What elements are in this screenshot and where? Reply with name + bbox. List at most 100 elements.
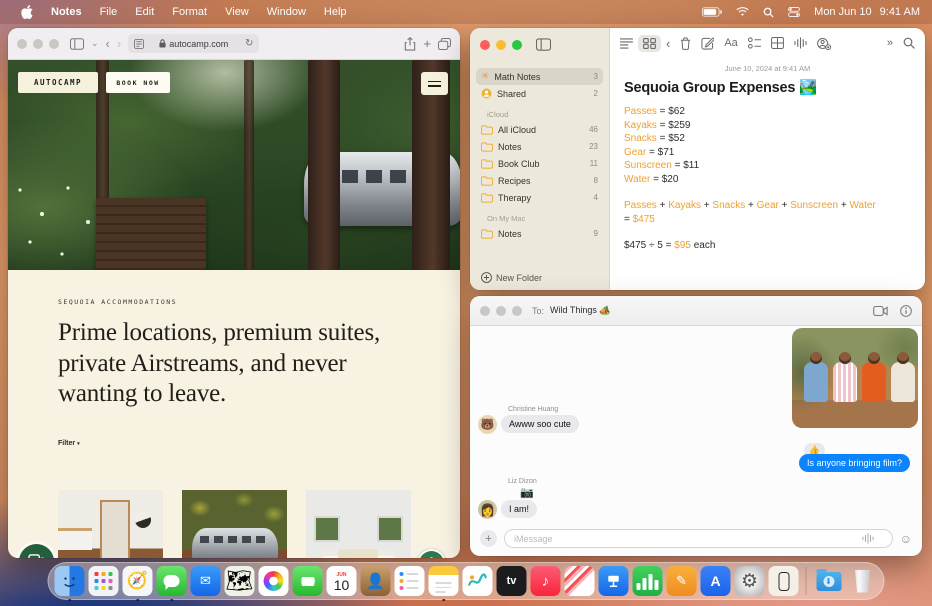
dock-icon-iphone-mirroring[interactable] [769, 566, 799, 596]
sidebar-toggle-icon[interactable] [536, 38, 551, 51]
compose-icon[interactable] [701, 37, 714, 50]
close-button[interactable] [480, 40, 490, 50]
sidebar-item-therapy[interactable]: Therapy 4 [476, 189, 603, 206]
dock-icon-calendar[interactable]: JUN10 [327, 566, 357, 596]
dock-icon-contacts[interactable]: 👤 [361, 566, 391, 596]
menu-help[interactable]: Help [315, 6, 356, 18]
dock-icon-trash[interactable] [848, 566, 878, 596]
sidebar-item-recipes[interactable]: Recipes 8 [476, 172, 603, 189]
autocamp-logo[interactable]: AUTOCAMP [18, 72, 98, 93]
menu-format[interactable]: Format [163, 6, 216, 18]
avatar-christine[interactable]: 🐻 [478, 415, 497, 434]
audio-waveform-icon[interactable] [794, 37, 807, 49]
menu-file[interactable]: File [91, 6, 127, 18]
sidebar-item-notes-icloud[interactable]: Notes 23 [476, 138, 603, 155]
thumbnail-interior-kitchen[interactable] [58, 490, 163, 558]
avatar-liz[interactable]: 👩 [478, 500, 497, 519]
dock-icon-numbers[interactable] [633, 566, 663, 596]
book-now-button[interactable]: BOOK NOW [106, 72, 170, 93]
facetime-video-icon[interactable] [873, 306, 888, 316]
menu-notes[interactable]: Notes [42, 6, 91, 18]
wifi-icon[interactable] [736, 7, 749, 17]
dock-icon-news[interactable] [565, 566, 595, 596]
recipient-name[interactable]: Wild Things 🏕️ [550, 305, 611, 316]
zoom-button[interactable] [512, 306, 522, 316]
dock-icon-freeform[interactable] [463, 566, 493, 596]
dock-icon-notes[interactable] [429, 566, 459, 596]
incoming-message-bubble[interactable]: I am! [501, 500, 537, 518]
dock-icon-facetime[interactable] [293, 566, 323, 596]
trash-icon[interactable] [680, 37, 691, 50]
hamburger-menu-icon[interactable] [421, 72, 448, 95]
filter-control[interactable]: Filter ▾ [58, 440, 460, 447]
dock-icon-reminders[interactable] [395, 566, 425, 596]
zoom-button[interactable] [512, 40, 522, 50]
shared-photo-attachment[interactable] [792, 328, 918, 428]
chat-widget-button[interactable] [19, 544, 54, 558]
dock-icon-messages[interactable] [157, 566, 187, 596]
accessibility-widget-button[interactable] [417, 549, 446, 558]
menu-edit[interactable]: Edit [126, 6, 163, 18]
close-button[interactable] [480, 306, 490, 316]
new-folder-button[interactable]: New Folder [481, 272, 542, 283]
attach-plus-button[interactable]: + [480, 530, 497, 547]
back-icon[interactable]: ‹ [666, 36, 670, 51]
checklist-icon[interactable] [748, 37, 761, 49]
dock-icon-system-settings[interactable]: ⚙ [735, 566, 765, 596]
list-view-icon[interactable] [620, 38, 633, 49]
forward-icon[interactable]: › [117, 36, 121, 51]
menubar-date[interactable]: Mon Jun 10 [814, 6, 871, 18]
thumbnail-airstream-exterior[interactable] [182, 490, 287, 558]
table-icon[interactable] [771, 37, 784, 49]
more-toolbar-icon[interactable]: » [887, 37, 893, 49]
outgoing-message-bubble[interactable]: Is anyone bringing film? [799, 454, 910, 472]
camera-attachment[interactable]: 📷 [520, 486, 534, 499]
share-icon[interactable] [404, 37, 416, 51]
spotlight-search-icon[interactable] [763, 7, 774, 18]
chevron-down-icon[interactable]: ⌄ [91, 38, 99, 49]
menubar-time[interactable]: 9:41 AM [880, 6, 920, 18]
incoming-message-bubble[interactable]: Awww soo cute [501, 415, 579, 433]
apple-menu[interactable] [12, 5, 42, 19]
search-icon[interactable] [903, 37, 915, 49]
dock-icon-pages[interactable]: ✎ [667, 566, 697, 596]
thumbnail-bedroom[interactable] [306, 490, 411, 558]
dock-icon-launchpad[interactable] [89, 566, 119, 596]
minimize-button[interactable] [33, 39, 43, 49]
dictation-waveform-icon[interactable] [862, 533, 874, 544]
imessage-input[interactable] [504, 529, 893, 548]
reader-icon[interactable] [134, 39, 144, 49]
menu-view[interactable]: View [216, 6, 258, 18]
dock-icon-maps[interactable]: 🗺 [225, 566, 255, 596]
sidebar-toggle-icon[interactable] [70, 38, 84, 50]
minimize-button[interactable] [496, 40, 506, 50]
battery-icon[interactable] [702, 7, 722, 17]
dock-icon-downloads[interactable]: ⬇ [814, 566, 844, 596]
menu-window[interactable]: Window [258, 6, 315, 18]
note-content[interactable]: June 10, 2024 at 9:41 AM Sequoia Group E… [610, 58, 925, 257]
dock-icon-finder[interactable] [55, 566, 85, 596]
format-button[interactable]: Aa [724, 37, 737, 49]
gallery-view-button[interactable] [638, 35, 661, 52]
sidebar-item-notes-local[interactable]: Notes 9 [476, 225, 603, 242]
dock-icon-safari[interactable]: 🧭 [123, 566, 153, 596]
emoji-picker-icon[interactable]: ☺ [900, 532, 912, 546]
close-button[interactable] [17, 39, 27, 49]
dock-icon-music[interactable]: ♪ [531, 566, 561, 596]
zoom-button[interactable] [49, 39, 59, 49]
reload-icon[interactable]: ↻ [245, 38, 253, 49]
control-center-icon[interactable] [788, 7, 800, 17]
minimize-button[interactable] [496, 306, 506, 316]
address-bar[interactable]: autocamp.com ↻ [128, 34, 259, 53]
sidebar-item-book-club[interactable]: Book Club 11 [476, 155, 603, 172]
dock-icon-mail[interactable]: ✉ [191, 566, 221, 596]
sidebar-item-math-notes[interactable]: ✳ Math Notes 3 [476, 68, 603, 85]
sidebar-item-shared[interactable]: Shared 2 [476, 85, 603, 102]
sidebar-item-all-icloud[interactable]: All iCloud 46 [476, 121, 603, 138]
dock-icon-keynote[interactable] [599, 566, 629, 596]
back-icon[interactable]: ‹ [106, 36, 110, 51]
collaborate-share-icon[interactable] [817, 37, 831, 50]
new-tab-icon[interactable]: + [423, 36, 431, 51]
dock-icon-app-store[interactable]: A [701, 566, 731, 596]
dock-icon-apple-tv[interactable]: tv [497, 566, 527, 596]
